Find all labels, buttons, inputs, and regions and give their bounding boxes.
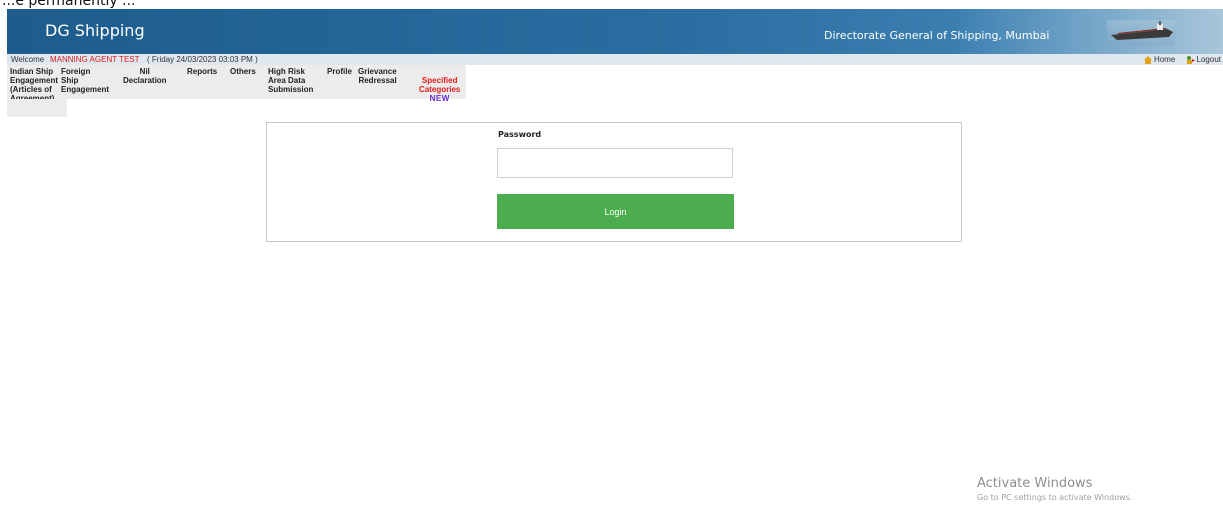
login-datetime: ( Friday 24/03/2023 03:03 PM ) (147, 55, 258, 64)
logout-link[interactable]: Logout (1186, 54, 1221, 65)
home-label: Home (1153, 55, 1176, 64)
welcome-bar: Welcome MANNING AGENT TEST ( Friday 24/0… (7, 54, 1223, 65)
menu-item-high-risk-area[interactable]: High Risk Area Data Submission (268, 67, 313, 94)
cropped-top-text: ...e permanently ... (0, 0, 1223, 9)
menu-item-reports[interactable]: Reports (187, 67, 217, 76)
login-panel: Password Login (266, 122, 962, 242)
brand-title: DG Shipping (45, 21, 145, 40)
new-badge: NEW (429, 94, 450, 103)
activate-windows-subtitle: Go to PC settings to activate Windows. (977, 493, 1133, 502)
login-button[interactable]: Login (497, 194, 734, 229)
activate-windows-watermark: Activate Windows Go to PC settings to ac… (977, 476, 1132, 504)
activate-windows-title: Activate Windows (977, 476, 1093, 491)
menu-item-specified-categories[interactable]: Specified Categories NEW (419, 67, 460, 112)
organization-name: Directorate General of Shipping, Mumbai (824, 29, 1050, 42)
menu-extension (7, 99, 67, 117)
menu-item-foreign-ship-engagement[interactable]: Foreign Ship Engagement (61, 67, 109, 94)
home-link[interactable]: Home (1143, 54, 1176, 65)
site-header: DG Shipping Directorate General of Shipp… (7, 9, 1223, 54)
menu-item-indian-ship-engagement[interactable]: Indian Ship Engagement (Articles of Agre… (10, 67, 58, 103)
menu-item-others[interactable]: Others (230, 67, 256, 76)
password-label: Password (498, 130, 542, 139)
main-menu: Indian Ship Engagement (Articles of Agre… (7, 65, 466, 103)
menu-item-profile[interactable]: Profile (327, 67, 352, 76)
ship-icon (1107, 20, 1175, 46)
menu-item-nil-declaration[interactable]: Nil Declaration (123, 67, 167, 85)
logout-icon (1186, 55, 1195, 64)
user-name: MANNING AGENT TEST (50, 55, 140, 64)
specified-categories-label: Specified Categories (419, 76, 461, 94)
menu-item-grievance-redressal[interactable]: Grievance Redressal (358, 67, 397, 85)
logout-label: Logout (1196, 55, 1221, 64)
password-input[interactable] (497, 148, 733, 178)
home-icon (1143, 55, 1152, 64)
welcome-label: Welcome (11, 55, 45, 64)
top-links: Home Logout (1136, 54, 1221, 65)
cropped-text: ...e permanently ... (2, 0, 136, 9)
